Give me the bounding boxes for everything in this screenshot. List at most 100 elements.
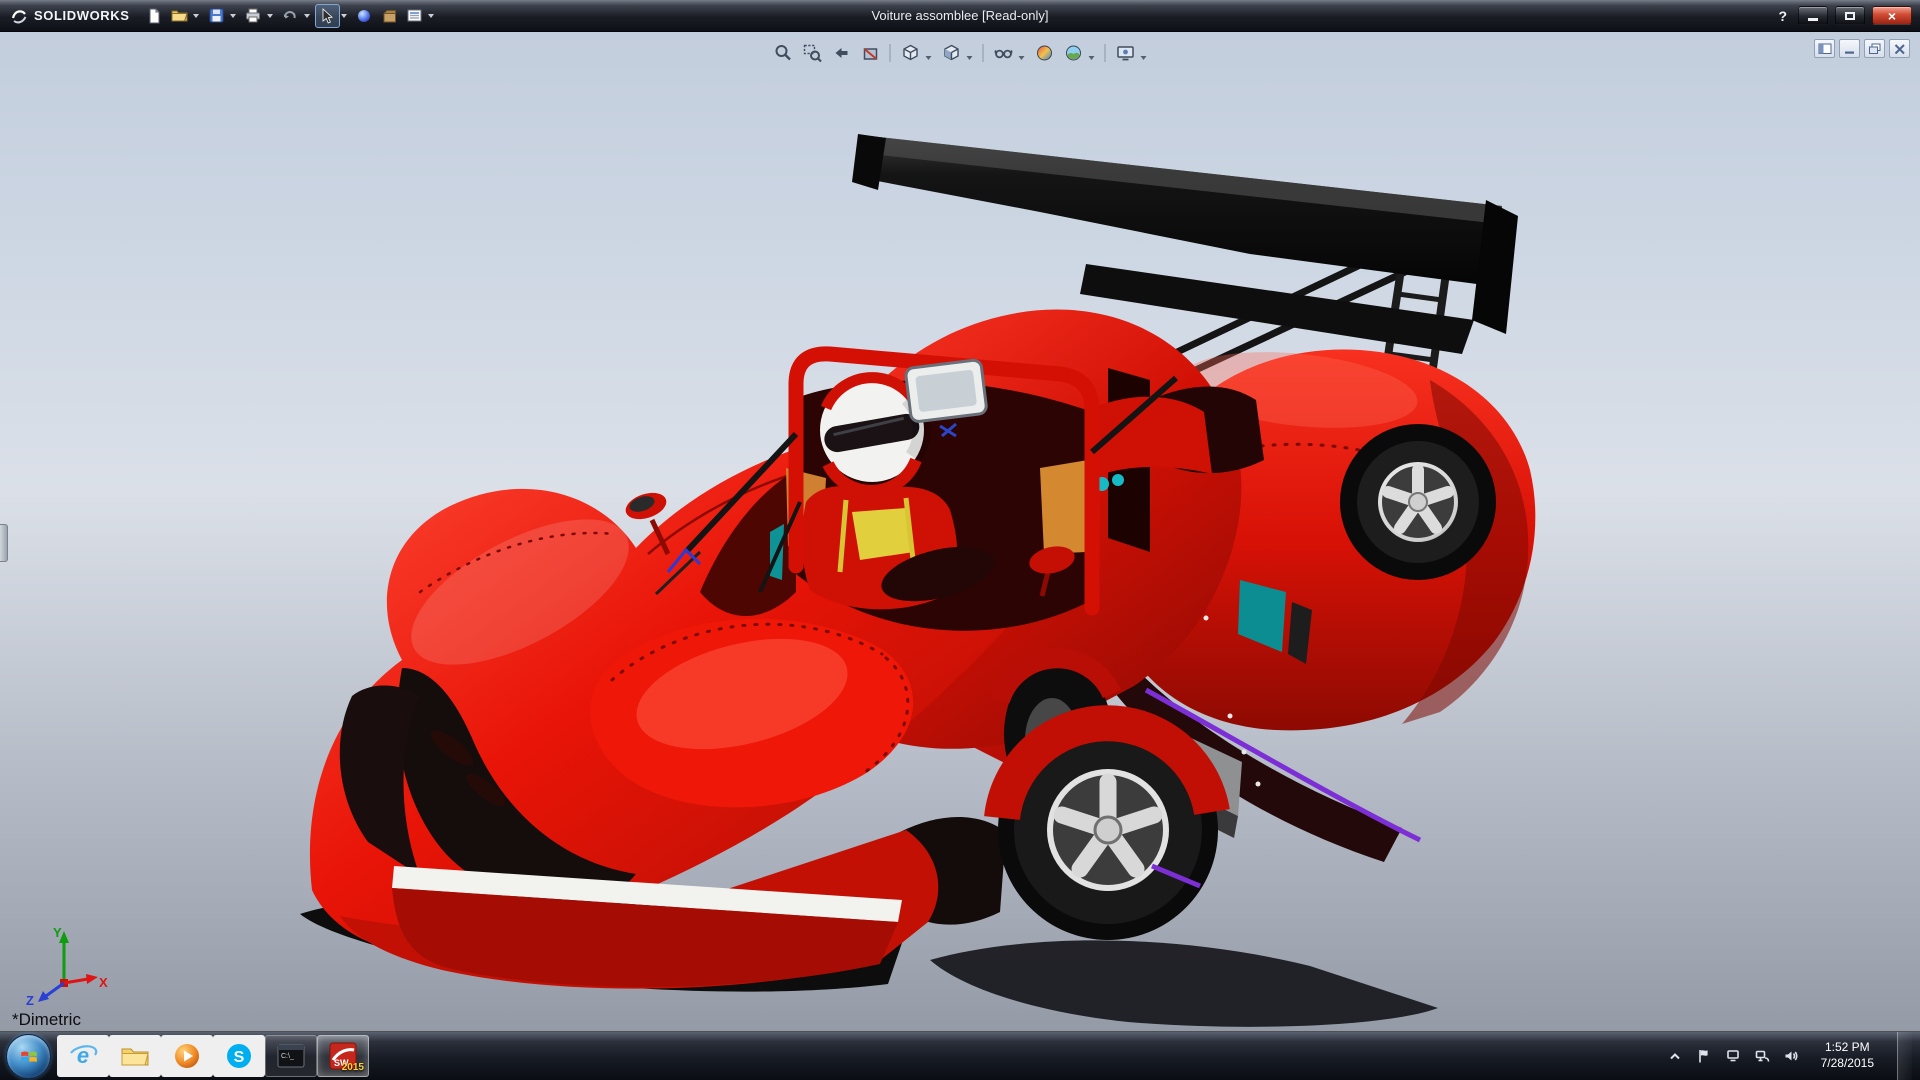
system-tray: 1:52 PM 7/28/2015	[1660, 1032, 1918, 1080]
orientation-triad: Y X Z	[22, 921, 108, 1007]
doc-tile-button[interactable]	[1814, 39, 1835, 58]
taskbar-skype[interactable]: S	[213, 1035, 265, 1077]
previous-view-icon	[831, 43, 851, 63]
options-button[interactable]	[402, 4, 427, 28]
select-dropdown-caret[interactable]	[341, 14, 347, 18]
start-button[interactable]	[6, 1034, 51, 1079]
doc-restore-icon	[1868, 43, 1882, 55]
taskbar-clock[interactable]: 1:52 PM 7/28/2015	[1811, 1040, 1884, 1071]
network-icon	[1754, 1048, 1770, 1064]
view-settings-button[interactable]	[1112, 40, 1139, 65]
toolbox-icon	[382, 9, 397, 23]
graphics-area[interactable]: Y X Z *Dimetric	[0, 32, 1920, 1031]
display-style-button[interactable]	[938, 40, 965, 65]
options-list-icon	[407, 9, 422, 22]
display-style-caret[interactable]	[967, 56, 973, 60]
help-button[interactable]: ?	[1774, 8, 1791, 24]
volume-button[interactable]	[1782, 1047, 1800, 1065]
dassault-systemes-logo	[10, 8, 28, 24]
apply-scene-icon	[1063, 43, 1083, 63]
view-orientation-caret[interactable]	[926, 56, 932, 60]
hide-show-items-button[interactable]	[990, 40, 1017, 65]
maximize-button[interactable]	[1835, 6, 1865, 25]
undo-button[interactable]	[278, 4, 303, 28]
taskbar-command-prompt[interactable]: C:\_	[265, 1035, 317, 1077]
view-settings-icon	[1115, 43, 1135, 63]
zoom-to-fit-icon	[773, 43, 793, 63]
view-orientation-button[interactable]	[897, 40, 924, 65]
tile-window-icon	[1818, 43, 1832, 55]
window-controls: ? ×	[1774, 6, 1912, 25]
save-button[interactable]	[204, 4, 229, 28]
undo-icon	[282, 9, 298, 23]
skype-icon: S	[225, 1042, 253, 1070]
save-dropdown-caret[interactable]	[230, 14, 236, 18]
view-orientation-cube-icon	[900, 43, 920, 63]
triad-z-label: Z	[26, 993, 34, 1007]
zoom-to-area-icon	[802, 43, 822, 63]
apply-scene-button[interactable]	[1060, 40, 1087, 65]
taskbar-solidworks[interactable]: SW 2015	[317, 1035, 369, 1077]
edit-appearance-ball-icon	[1034, 43, 1054, 63]
toolbox-button[interactable]	[377, 4, 402, 28]
window-title: Voiture assomblee [Read-only]	[871, 8, 1048, 23]
standard-toolbar	[142, 4, 439, 28]
solidworks-window: SOLIDWORKS	[0, 0, 1920, 1080]
brand: SOLIDWORKS	[8, 8, 142, 24]
apply-scene-caret[interactable]	[1089, 56, 1095, 60]
hide-show-caret[interactable]	[1019, 56, 1025, 60]
panel-splitter-handle[interactable]	[0, 524, 8, 562]
select-cursor-icon	[320, 8, 334, 24]
print-button[interactable]	[241, 4, 266, 28]
select-button[interactable]	[315, 4, 340, 28]
previous-view-button[interactable]	[828, 40, 855, 65]
open-dropdown-caret[interactable]	[193, 14, 199, 18]
windows-taskbar: e S C:\	[0, 1031, 1920, 1080]
doc-minimize-button[interactable]	[1839, 39, 1860, 58]
doc-close-icon	[1893, 43, 1907, 55]
show-desktop-button[interactable]	[1897, 1032, 1912, 1080]
doc-restore-button[interactable]	[1864, 39, 1885, 58]
appearance-sphere-icon	[357, 9, 371, 23]
print-dropdown-caret[interactable]	[267, 14, 273, 18]
show-hidden-icons-button[interactable]	[1666, 1047, 1684, 1065]
document-window-controls	[1814, 39, 1910, 58]
appearance-sphere-button[interactable]	[352, 4, 377, 28]
view-orientation-label: *Dimetric	[12, 1010, 81, 1030]
clock-time: 1:52 PM	[1821, 1040, 1874, 1056]
doc-close-button[interactable]	[1889, 39, 1910, 58]
open-button[interactable]	[167, 4, 192, 28]
toolbar-separator	[983, 44, 984, 62]
triad-x-label: X	[99, 975, 108, 990]
hide-show-glasses-icon	[993, 43, 1013, 63]
hardware-button[interactable]	[1724, 1047, 1742, 1065]
hardware-icon	[1725, 1048, 1741, 1064]
action-center-button[interactable]	[1695, 1047, 1713, 1065]
save-icon	[209, 8, 224, 23]
internet-explorer-icon: e	[68, 1041, 98, 1071]
taskbar-internet-explorer[interactable]: e	[57, 1035, 109, 1077]
chevron-up-icon	[1667, 1048, 1683, 1064]
close-button[interactable]: ×	[1872, 6, 1912, 25]
options-dropdown-caret[interactable]	[428, 14, 434, 18]
taskbar-media-player[interactable]	[161, 1035, 213, 1077]
zoom-to-fit-button[interactable]	[770, 40, 797, 65]
new-document-button[interactable]	[142, 4, 167, 28]
print-icon	[245, 8, 261, 23]
command-prompt-icon: C:\_	[277, 1044, 305, 1068]
display-style-icon	[941, 43, 961, 63]
undo-dropdown-caret[interactable]	[304, 14, 310, 18]
view-settings-caret[interactable]	[1141, 56, 1147, 60]
flag-icon	[1696, 1048, 1712, 1064]
car-model-render[interactable]	[0, 32, 1920, 1031]
svg-text:S: S	[234, 1049, 245, 1066]
section-view-button[interactable]	[857, 40, 884, 65]
taskbar-file-explorer[interactable]	[109, 1035, 161, 1077]
brand-text: SOLIDWORKS	[34, 8, 130, 23]
edit-appearance-button[interactable]	[1031, 40, 1058, 65]
zoom-to-area-button[interactable]	[799, 40, 826, 65]
minimize-button[interactable]	[1798, 6, 1828, 25]
maximize-icon	[1845, 12, 1855, 20]
title-bar: SOLIDWORKS	[0, 0, 1920, 32]
network-button[interactable]	[1753, 1047, 1771, 1065]
